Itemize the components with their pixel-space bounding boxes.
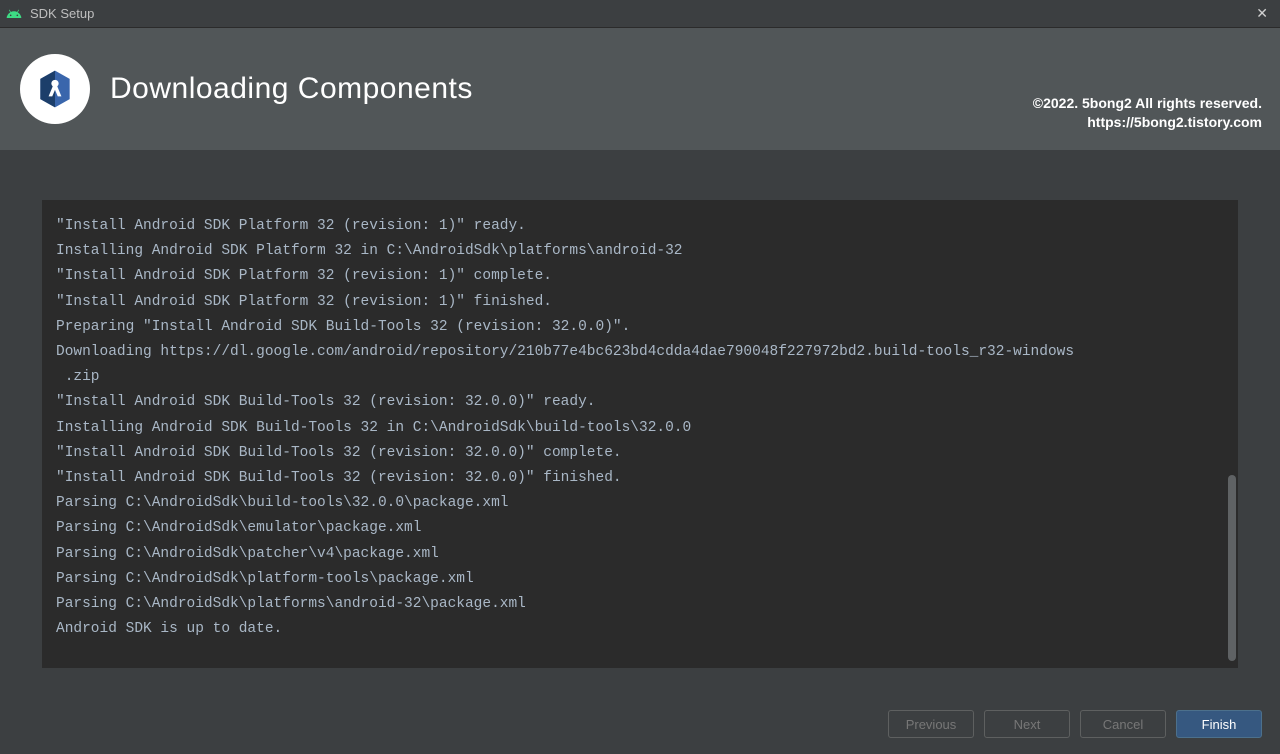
footer-buttons: Previous Next Cancel Finish xyxy=(0,694,1280,754)
header-banner: Downloading Components ©2022. 5bong2 All… xyxy=(0,28,1280,150)
content-area: "Install Android SDK Platform 32 (revisi… xyxy=(0,150,1280,694)
titlebar: SDK Setup ✕ xyxy=(0,0,1280,28)
page-title: Downloading Components xyxy=(110,72,473,106)
cancel-button: Cancel xyxy=(1080,710,1166,738)
scrollbar-thumb[interactable] xyxy=(1228,475,1236,661)
close-icon[interactable]: ✕ xyxy=(1250,3,1274,24)
next-button: Next xyxy=(984,710,1070,738)
copyright-line-1: ©2022. 5bong2 All rights reserved. xyxy=(1033,94,1262,113)
android-studio-logo-icon xyxy=(20,54,90,124)
previous-button: Previous xyxy=(888,710,974,738)
log-text: "Install Android SDK Platform 32 (revisi… xyxy=(56,214,1230,642)
finish-button[interactable]: Finish xyxy=(1176,710,1262,738)
log-output[interactable]: "Install Android SDK Platform 32 (revisi… xyxy=(42,200,1238,668)
copyright-text: ©2022. 5bong2 All rights reserved. https… xyxy=(1033,94,1262,132)
android-icon xyxy=(6,6,22,22)
copyright-line-2: https://5bong2.tistory.com xyxy=(1033,113,1262,132)
window-title: SDK Setup xyxy=(30,6,1250,21)
